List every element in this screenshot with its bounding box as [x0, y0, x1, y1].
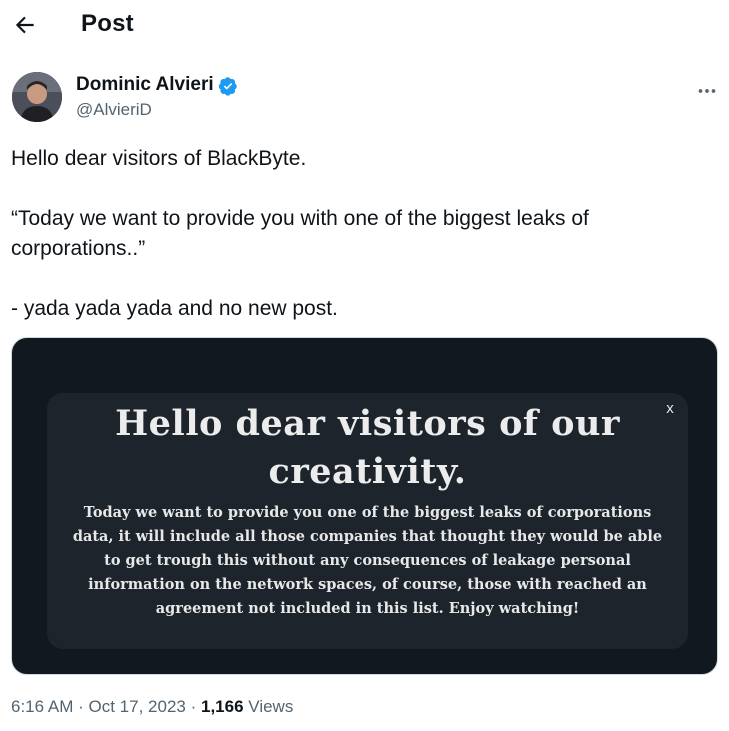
modal-title: Hello dear visitors of our creativity.	[115, 403, 620, 492]
meta-separator: ·	[190, 697, 197, 716]
modal-body: Today we want to provide you one of the …	[72, 504, 663, 617]
author-name[interactable]: Dominic Alvieri	[76, 74, 214, 96]
arrow-left-icon[interactable]	[12, 12, 38, 38]
author-handle[interactable]: @AlvieriD	[76, 100, 152, 120]
post-author: Dominic Alvieri @AlvieriD	[12, 72, 717, 124]
views-count: 1,166	[201, 697, 244, 716]
ellipsis-icon[interactable]	[694, 78, 720, 104]
post-media-image[interactable]: x Hello dear visitors of our creativity.…	[11, 337, 718, 675]
page-title: Post	[81, 10, 134, 37]
post-time[interactable]: 6:16 AM	[11, 697, 73, 716]
avatar[interactable]	[12, 72, 62, 122]
verified-badge-icon	[218, 76, 238, 96]
meta-separator: ·	[78, 697, 84, 716]
post-text: Hello dear visitors of BlackByte. “Today…	[11, 147, 589, 320]
post-meta: 6:16 AM · Oct 17, 2023 · 1,166 Views	[11, 697, 293, 717]
post-header: Post	[0, 0, 729, 50]
leak-site-modal: x Hello dear visitors of our creativity.…	[47, 393, 688, 649]
post-date[interactable]: Oct 17, 2023	[89, 697, 186, 716]
views-label: Views	[248, 697, 294, 716]
